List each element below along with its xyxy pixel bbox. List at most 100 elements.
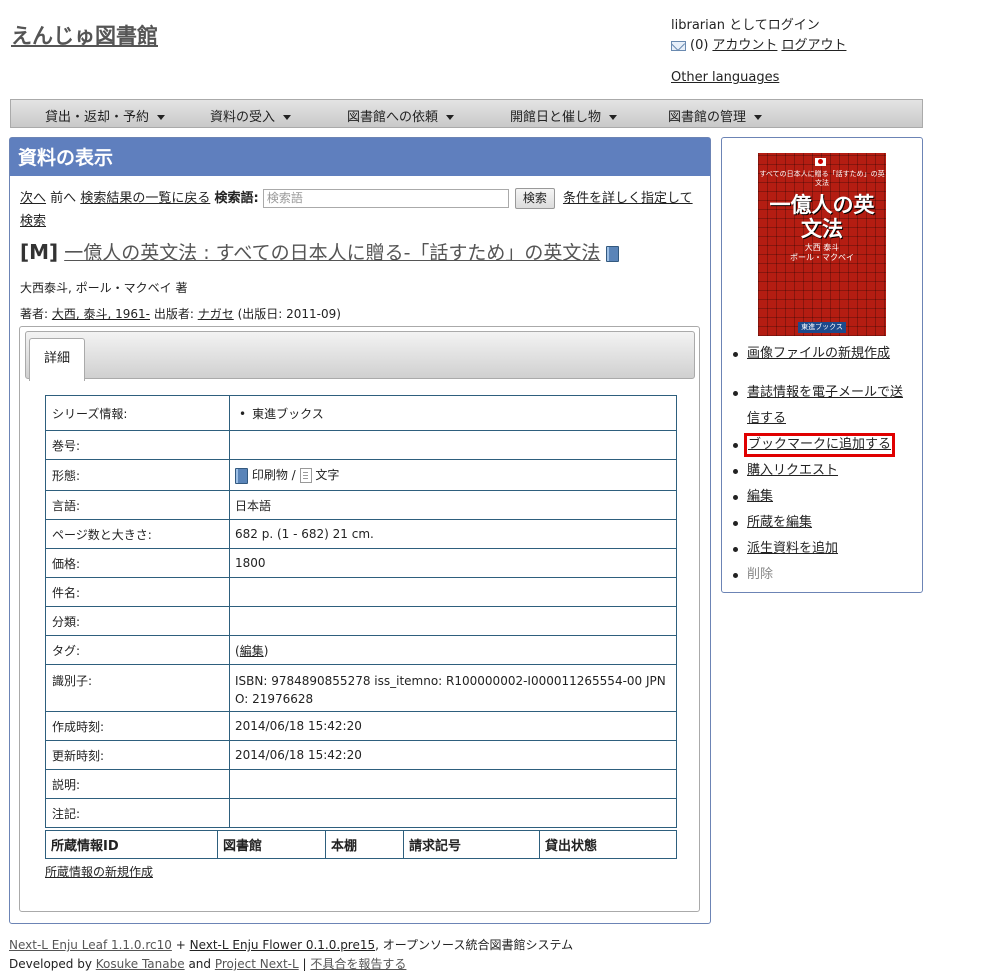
search-bar: 次へ 前へ 検索結果の一覧に戻る 検索語: 検索語 検索 条件を詳しく指定して検索 — [20, 187, 700, 233]
holdings-table: 所蔵情報ID 図書館 本棚 請求記号 貸出状態 — [45, 830, 677, 859]
created-value: 2014/06/18 15:42:20 — [229, 711, 677, 741]
col-library: 図書館 — [217, 830, 326, 859]
holdings-header-row: 所蔵情報ID 図書館 本棚 請求記号 貸出状態 — [45, 830, 677, 859]
new-item-link[interactable]: 所蔵情報の新規作成 — [45, 863, 153, 880]
updated-value: 2014/06/18 15:42:20 — [229, 740, 677, 770]
subject-label: 件名: — [45, 577, 230, 607]
logout-link[interactable]: ログアウト — [781, 36, 846, 56]
table-row: 識別子: ISBN: 9784890855278 iss_itemno: R10… — [45, 664, 677, 712]
add-bookmark-link[interactable]: ブックマークに追加する — [748, 437, 891, 452]
note-label: 注記: — [45, 798, 230, 828]
language-label: 言語: — [45, 490, 230, 520]
purchase-request-link[interactable]: 購入リクエスト — [747, 463, 838, 478]
list-item: 所蔵を編集 — [722, 510, 912, 536]
creators-line: 著者: 大西, 泰斗, 1961- 出版者: ナガセ (出版日: 2011-09… — [20, 305, 341, 322]
col-shelf: 本棚 — [325, 830, 404, 859]
main-content: 資料の表示 次へ 前へ 検索結果の一覧に戻る 検索語: 検索語 検索 条件を詳しく… — [9, 137, 711, 924]
enju-leaf-link[interactable]: Next-L Enju Leaf 1.1.0.rc10 — [9, 938, 172, 952]
main-nav: 貸出・返却・予約 資料の受入 図書館への依頼 開館日と催し物 図書館の管理 — [10, 99, 923, 128]
form-label: 形態: — [45, 459, 230, 491]
list-item: ブックマークに追加する — [722, 432, 912, 458]
cover-author: 大西 泰斗 — [804, 243, 840, 252]
identifier-label: 識別子: — [45, 664, 230, 712]
table-row: シリーズ情報: • 東進ブックス — [45, 395, 677, 431]
document-icon — [299, 468, 312, 484]
table-row: 分類: — [45, 606, 677, 636]
caret-down-icon — [609, 115, 618, 120]
price-value: 1800 — [229, 548, 677, 578]
nav-requests[interactable]: 図書館への依頼 — [347, 106, 455, 125]
nav-acquisition[interactable]: 資料の受入 — [210, 106, 292, 125]
tag-label: タグ: — [45, 635, 230, 665]
add-derivative-link[interactable]: 派生資料を追加 — [747, 541, 838, 556]
nav-admin[interactable]: 図書館の管理 — [668, 106, 763, 125]
send-email-link[interactable]: 書誌情報を電子メールで送信する — [747, 385, 903, 426]
nav-circulation[interactable]: 貸出・返却・予約 — [45, 106, 166, 125]
detail-tab-panel: 詳細 シリーズ情報: • 東進ブックス 巻号: 形態: 印刷物 / 文字 言語:… — [19, 326, 700, 912]
table-row: 言語: 日本語 — [45, 490, 677, 520]
detail-table: シリーズ情報: •東進ブックス 巻号: 形態: 印刷物 / 文字 言語: 日本 — [45, 395, 677, 828]
pub-date: (出版日: 2011-09) — [237, 307, 341, 321]
report-bug-link[interactable]: 不具合を報告する — [310, 957, 406, 971]
table-row: 巻号: — [45, 430, 677, 460]
next-link[interactable]: 次へ — [20, 191, 46, 206]
publisher-link[interactable]: ナガセ — [198, 307, 234, 321]
volume-label: 巻号: — [45, 430, 230, 460]
cover-subtitle: すべての日本人に贈る「話すため」の英文法 — [759, 170, 885, 187]
table-row: 説明: — [45, 769, 677, 799]
footer-developed-by: Developed by — [9, 957, 92, 971]
project-link[interactable]: Project Next-L — [215, 957, 299, 971]
list-item: 派生資料を追加 — [722, 536, 912, 562]
separator: / — [291, 468, 296, 483]
prev-label: 前へ — [50, 191, 77, 206]
tab-detail[interactable]: 詳細 — [29, 338, 85, 381]
statement-of-responsibility: 大西泰斗, ポール・マクベイ 著 — [20, 281, 188, 295]
message-count: (0) — [690, 38, 709, 53]
list-item: 画像ファイルの新規作成 — [722, 341, 912, 367]
site-title[interactable]: えんじゅ図書館 — [11, 20, 158, 50]
enju-flower-link[interactable]: Next-L Enju Flower 0.1.0.pre15 — [190, 938, 376, 952]
series-label: シリーズ情報: — [45, 395, 230, 431]
footer: Next-L Enju Leaf 1.1.0.rc10 + Next-L Enj… — [9, 936, 573, 974]
created-label: 作成時刻: — [45, 711, 230, 741]
publisher-label: 出版者: — [153, 307, 194, 321]
list-item: 編集 — [722, 484, 912, 510]
book-icon — [606, 245, 620, 262]
col-call-number: 請求記号 — [403, 830, 540, 859]
footer-separator: | — [302, 957, 307, 971]
creator-link[interactable]: 大西, 泰斗, 1961- — [52, 307, 150, 321]
tag-edit-link[interactable]: 編集 — [240, 644, 264, 658]
account-link[interactable]: アカウント — [712, 36, 777, 56]
delete-link[interactable]: 削除 — [747, 567, 773, 582]
updated-label: 更新時刻: — [45, 740, 230, 770]
series-value: 東進ブックス — [252, 406, 324, 421]
other-languages-link[interactable]: Other languages — [671, 70, 779, 85]
highlight-box: ブックマークに追加する — [743, 433, 896, 457]
flag-icon — [815, 158, 826, 166]
material-type-prefix: [M] — [20, 240, 59, 264]
table-row: 件名: — [45, 577, 677, 607]
edit-items-link[interactable]: 所蔵を編集 — [747, 515, 812, 530]
edit-link[interactable]: 編集 — [747, 489, 773, 504]
new-image-link[interactable]: 画像ファイルの新規作成 — [747, 346, 890, 361]
login-status: librarian としてログイン — [671, 18, 820, 33]
book-title-line: [M] 一億人の英文法 : すべての日本人に贈る-「話すため」の英文法 — [20, 238, 620, 265]
nav-events[interactable]: 開館日と催し物 — [510, 106, 618, 125]
search-label: 検索語: — [214, 191, 259, 206]
search-button[interactable]: 検索 — [514, 188, 555, 209]
mail-icon[interactable] — [671, 41, 686, 51]
description-label: 説明: — [45, 769, 230, 799]
back-to-results-link[interactable]: 検索結果の一覧に戻る — [80, 191, 210, 206]
language-value: 日本語 — [229, 490, 677, 520]
search-input[interactable]: 検索語 — [262, 189, 509, 208]
user-box: librarian としてログイン (0) アカウント ログアウト — [671, 16, 846, 56]
table-row: タグ: (編集) — [45, 635, 677, 665]
creators-label: 著者: — [20, 307, 49, 321]
book-title-link[interactable]: 一億人の英文法 : すべての日本人に贈る-「話すため」の英文法 — [64, 242, 600, 264]
author-link[interactable]: Kosuke Tanabe — [96, 957, 185, 971]
pages-label: ページ数と大きさ: — [45, 519, 230, 549]
pages-value: 682 p. (1 - 682) 21 cm. — [229, 519, 677, 549]
list-item: 購入リクエスト — [722, 458, 912, 484]
caret-down-icon — [446, 115, 455, 120]
identifier-value: ISBN: 9784890855278 iss_itemno: R1000000… — [229, 664, 677, 712]
